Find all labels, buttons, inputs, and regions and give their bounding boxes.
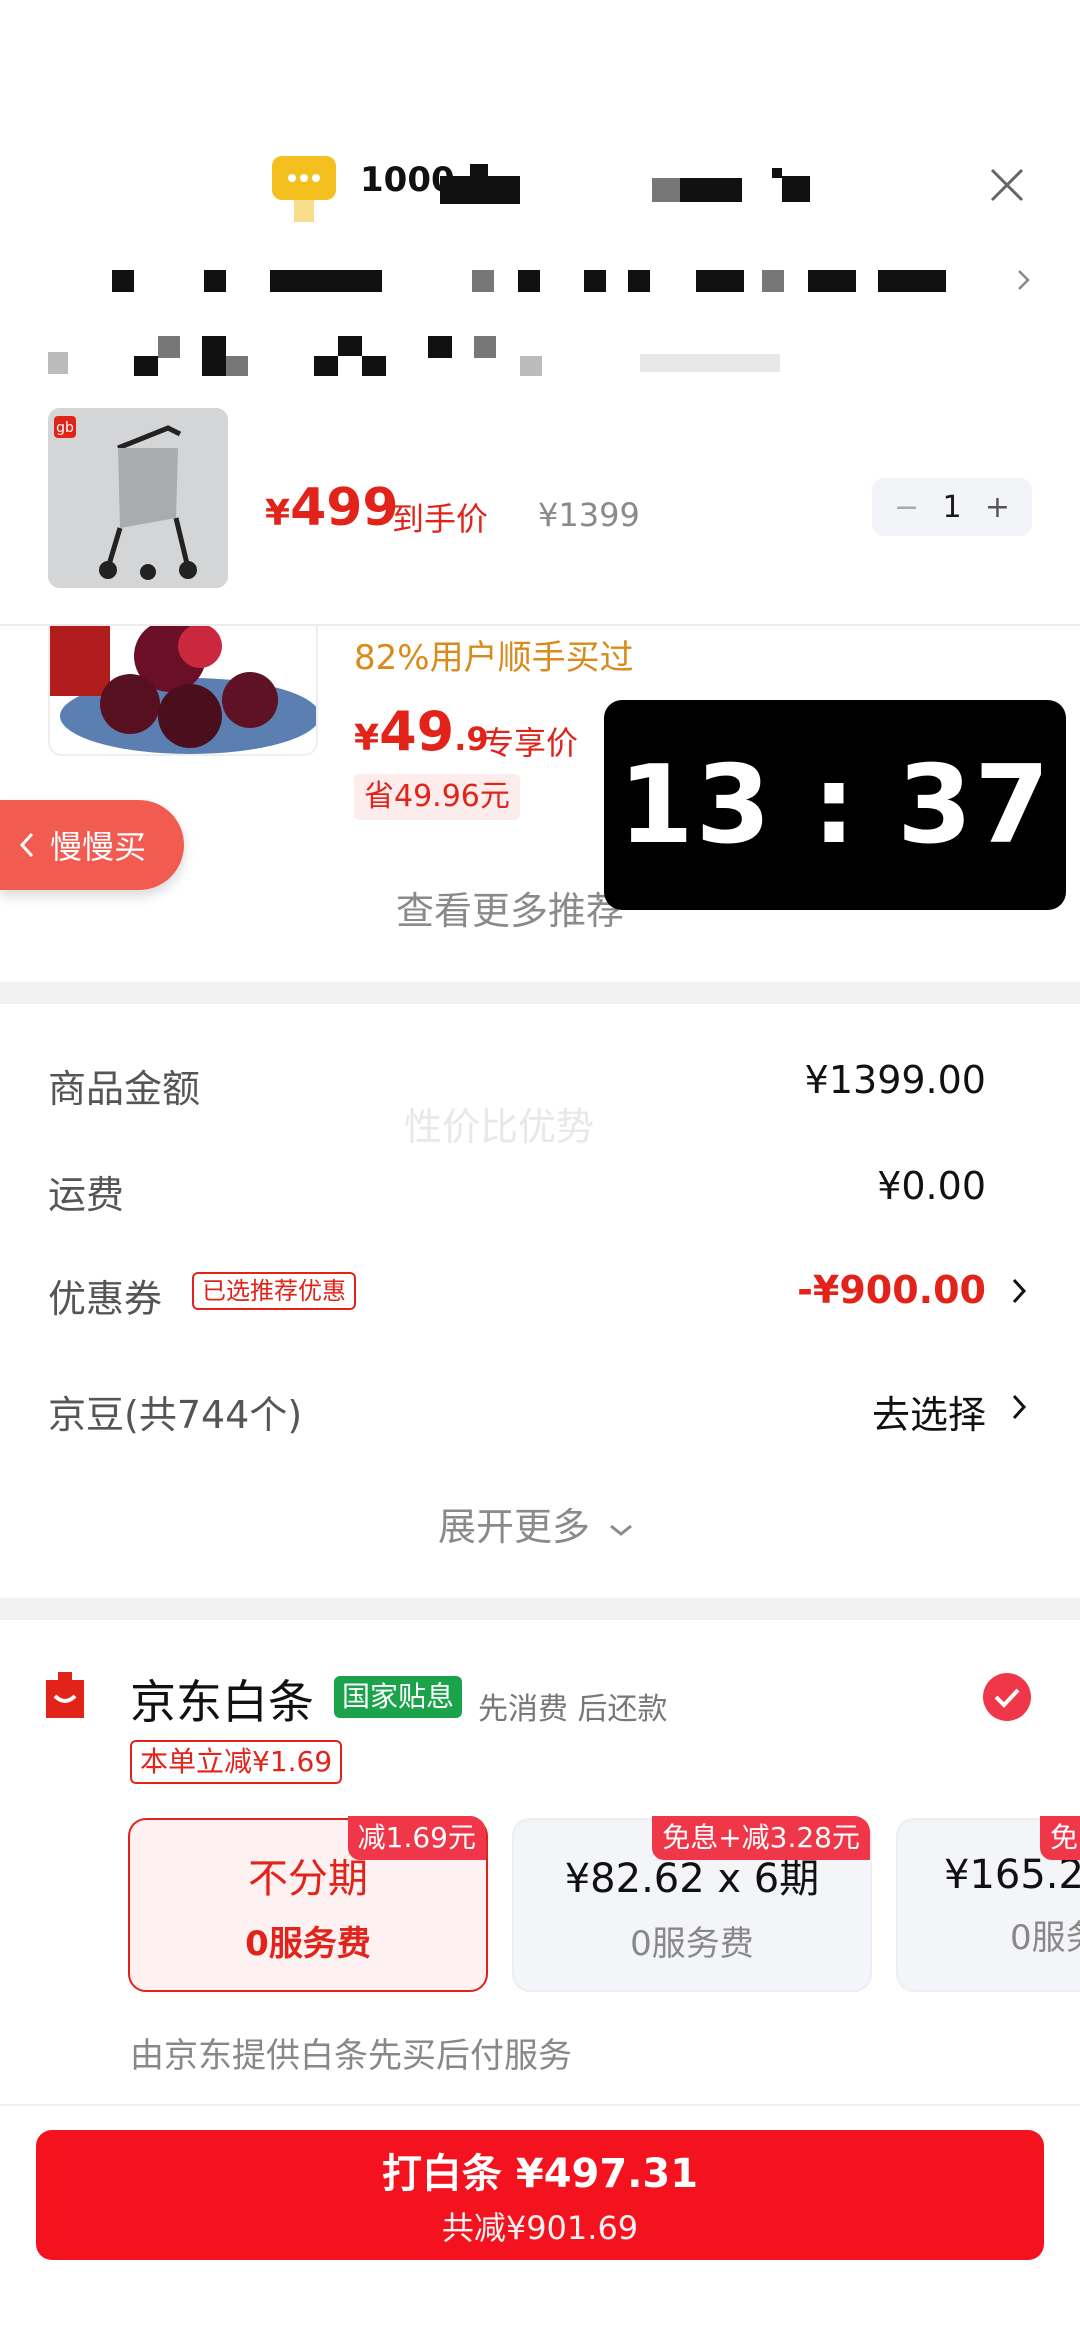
installment-option-none[interactable]: 减1.69元 不分期 0服务费 [128,1816,488,1992]
product-original-price: ¥1399 [538,496,640,534]
order-discount-badge: 本单立减¥1.69 [130,1740,343,1784]
coupon-value[interactable]: -¥900.00 [797,1268,986,1312]
pay-baitiao-button[interactable]: 打白条 ¥497.31 共减¥901.69 [36,2130,1044,2260]
quantity-stepper[interactable]: − 1 + [872,478,1032,536]
savings-badge: 省49.96元 [354,774,520,820]
product-price-tag: 到手价 [392,500,489,538]
svg-text:gb: gb [56,420,74,436]
chevron-right-icon [1018,270,1030,290]
close-icon[interactable] [988,166,1026,204]
jingdou-chevron-icon[interactable] [1010,1392,1028,1422]
clock-overlay: 13 : 37 [604,700,1066,910]
plan-sub: 0服务费 [1010,1917,1080,1958]
expand-more-label: 展开更多 [438,1505,591,1549]
product-thumbnail[interactable]: gb [48,408,228,588]
expand-more-button[interactable]: 展开更多 [438,1496,634,1551]
recommendation-thumbnail[interactable] [48,626,318,756]
increase-button[interactable]: + [985,490,1010,525]
plan-tag: 免息+减3.28元 [652,1816,870,1860]
plan-tag: 免 [1040,1816,1080,1860]
jingdou-select[interactable]: 去选择 [872,1384,986,1439]
chevron-down-icon [610,1524,633,1536]
plan-tag: 减1.69元 [347,1816,486,1860]
goods-amount-value: ¥1399.00 [804,1058,986,1102]
shipping-value: ¥0.00 [877,1164,986,1208]
plan-sub: 0服务费 [630,1923,754,1964]
coupon-label: 优惠券 [48,1277,163,1321]
baitiao-icon [46,1672,84,1718]
plum-image [50,626,316,754]
decrease-button[interactable]: − [894,490,919,525]
footer-divider [0,2104,1080,2106]
coupon-chevron-icon[interactable] [1010,1276,1028,1306]
jingdou-label: 京豆(共744个) [48,1393,303,1437]
checkmark-icon[interactable] [982,1672,1032,1722]
gov-subsidy-badge: 国家贴息 [334,1676,463,1718]
baitiao-subtitle: 先消费 后还款 [478,1692,668,1727]
goods-amount-label: 商品金额 [48,1067,201,1111]
pay-button-amount: 打白条 ¥497.31 [381,2151,699,2197]
stroller-image: gb [48,408,228,588]
recommendation-bought-rate: 82%用户顺手买过 [354,638,634,678]
coupon-selected-badge: 已选推荐优惠 [192,1272,356,1310]
baitiao-title: 京东白条 [130,1675,314,1729]
watermark-text: 性价比优势 [404,1105,595,1149]
section-separator [0,982,1080,1004]
see-more-recommendations-link[interactable]: 查看更多推荐 [396,880,624,935]
installment-option-3[interactable]: 免 ¥165.24 0服务费 [896,1816,1080,1992]
section-separator [0,1598,1080,1620]
slow-buy-label: 慢慢买 [50,828,147,866]
chevron-left-icon [19,832,34,858]
product-price: ¥499 [265,478,399,538]
slow-buy-button[interactable]: 慢慢买 [0,800,184,890]
chat-bubble-icon [272,156,336,222]
recommendation-price-tag: 专享价 [482,724,579,762]
shipping-label: 运费 [48,1173,125,1217]
recommendation-price: ¥49.9 [354,700,489,763]
baitiao-provider-note: 由京东提供白条先买后付服务 [130,2036,572,2076]
quantity-value: 1 [942,489,962,525]
plan-sub: 0服务费 [245,1923,371,1964]
pay-button-savings: 共减¥901.69 [441,2209,639,2247]
installment-option-6[interactable]: 免息+减3.28元 ¥82.62 x 6期 0服务费 [512,1816,872,1992]
